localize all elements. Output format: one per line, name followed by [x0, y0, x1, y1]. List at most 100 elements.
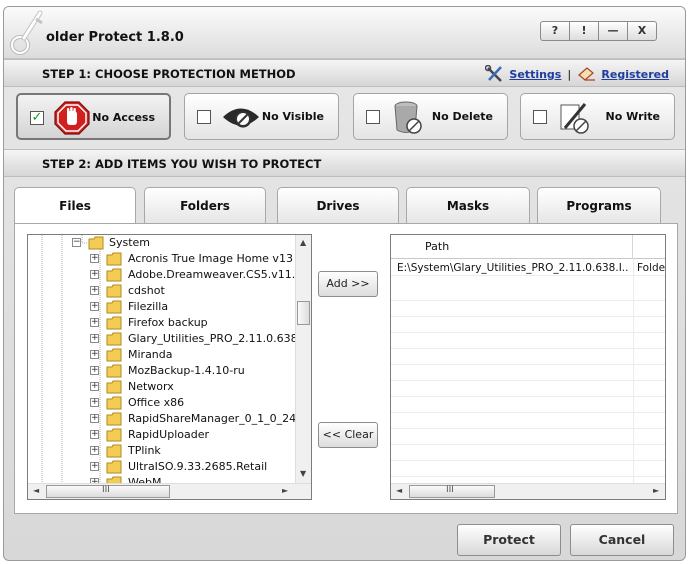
- registered-link[interactable]: Registered: [601, 68, 669, 81]
- column-path[interactable]: Path: [391, 235, 633, 259]
- expand-toggle[interactable]: +: [90, 398, 99, 407]
- expand-toggle[interactable]: +: [90, 286, 99, 295]
- expand-toggle[interactable]: +: [90, 254, 99, 263]
- tree-root-label: System: [109, 236, 151, 249]
- folder-icon: [106, 412, 122, 426]
- no-write-checkbox[interactable]: [533, 110, 547, 124]
- scroll-right-arrow[interactable]: ►: [282, 486, 288, 495]
- empty-row: [391, 429, 665, 445]
- tree-item-label: Office x86: [128, 396, 185, 409]
- expand-toggle[interactable]: +: [90, 382, 99, 391]
- empty-row: [391, 413, 665, 429]
- tree-horizontal-scrollbar[interactable]: ◄ III ►: [28, 483, 311, 499]
- method-no-visible[interactable]: No Visible: [184, 93, 339, 140]
- window-controls: ? ! — X: [540, 21, 657, 41]
- expand-toggle[interactable]: +: [90, 430, 99, 439]
- grid-hscroll-thumb[interactable]: III: [409, 485, 495, 498]
- close-button[interactable]: X: [627, 21, 657, 41]
- grid-grip-marks: III: [446, 485, 454, 495]
- expand-toggle[interactable]: +: [90, 334, 99, 343]
- tree-item-label: Miranda: [128, 348, 173, 361]
- step1-label: STEP 1: CHOOSE PROTECTION METHOD: [42, 67, 296, 81]
- item-tabs: Files Folders Drives Masks Programs: [14, 187, 674, 224]
- tree-item-label: Acronis True Image Home v13 Buil: [128, 252, 312, 265]
- scroll-up-arrow[interactable]: ▲: [300, 238, 306, 247]
- tab-programs[interactable]: Programs: [537, 187, 661, 223]
- empty-row: [391, 365, 665, 381]
- protect-button[interactable]: Protect: [457, 524, 561, 556]
- grid-scroll-right-arrow[interactable]: ►: [653, 486, 659, 495]
- method-no-access[interactable]: ✓ No Access: [16, 93, 171, 140]
- tab-masks[interactable]: Masks: [406, 187, 530, 223]
- scroll-left-arrow[interactable]: ◄: [33, 486, 39, 495]
- no-delete-checkbox[interactable]: [366, 110, 380, 124]
- no-delete-label: No Delete: [431, 110, 493, 123]
- tree-vscroll-thumb[interactable]: [297, 301, 310, 325]
- folder-icon: [106, 268, 122, 282]
- step1-bar: STEP 1: CHOOSE PROTECTION METHOD Setting…: [4, 59, 685, 87]
- empty-row: [391, 381, 665, 397]
- row-path: E:\System\Glary_Utilities_PRO_2.11.0.638…: [397, 262, 629, 274]
- tree-item-label: Firefox backup: [128, 316, 208, 329]
- collapse-toggle[interactable]: −: [72, 238, 81, 247]
- tree-item-label: RapidShareManager_0_1_0_248: [128, 412, 304, 425]
- tab-drives[interactable]: Drives: [277, 187, 399, 223]
- grid-scroll-left-arrow[interactable]: ◄: [396, 486, 402, 495]
- step2-bar: STEP 2: ADD ITEMS YOU WISH TO PROTECT: [4, 149, 685, 177]
- folder-icon: [106, 252, 122, 266]
- tree-hscroll-thumb[interactable]: III: [46, 485, 170, 498]
- grid-horizontal-scrollbar[interactable]: ◄ III ►: [391, 483, 665, 499]
- expand-toggle[interactable]: +: [90, 270, 99, 279]
- step2-label: STEP 2: ADD ITEMS YOU WISH TO PROTECT: [42, 157, 322, 171]
- no-visible-label: No Visible: [261, 110, 324, 123]
- no-access-checkbox[interactable]: ✓: [30, 111, 44, 125]
- expand-toggle[interactable]: +: [90, 350, 99, 359]
- column-type[interactable]: [633, 235, 665, 259]
- expand-toggle[interactable]: +: [90, 302, 99, 311]
- folder-icon: [106, 444, 122, 458]
- folder-open-icon: [88, 236, 104, 250]
- folder-icon: [106, 332, 122, 346]
- clear-button[interactable]: << Clear: [318, 422, 378, 448]
- no-visible-checkbox[interactable]: [197, 110, 211, 124]
- expand-toggle[interactable]: +: [90, 318, 99, 327]
- empty-row: [391, 285, 665, 301]
- protection-methods: ✓ No Access No Visible No Delete No Writ…: [14, 93, 679, 143]
- folder-icon: [106, 300, 122, 314]
- hidden-eye-icon: [223, 108, 259, 128]
- key-logo-icon: [10, 10, 43, 55]
- registered-pen-icon: [578, 67, 596, 81]
- tree-vertical-scrollbar[interactable]: ▲ ▼: [295, 235, 311, 484]
- folder-tree[interactable]: − System + Acronis True Image Home v13 Bu…: [27, 234, 312, 500]
- expand-toggle[interactable]: +: [90, 446, 99, 455]
- settings-link[interactable]: Settings: [509, 68, 561, 81]
- folder-icon: [106, 348, 122, 362]
- cancel-button[interactable]: Cancel: [570, 524, 674, 556]
- row-type: Folde: [637, 262, 666, 274]
- method-no-delete[interactable]: No Delete: [353, 93, 508, 140]
- expand-toggle[interactable]: +: [90, 414, 99, 423]
- help-button[interactable]: ?: [540, 21, 570, 41]
- empty-row: [391, 301, 665, 317]
- window-title: older Protect 1.8.0: [46, 30, 184, 45]
- grid-header: Path: [391, 235, 665, 259]
- settings-tools-icon: [485, 65, 503, 82]
- no-write-label: No Write: [605, 110, 660, 123]
- table-row[interactable]: E:\System\Glary_Utilities_PRO_2.11.0.638…: [391, 260, 665, 276]
- about-button[interactable]: !: [569, 21, 599, 41]
- tab-files[interactable]: Files: [14, 187, 136, 224]
- empty-row: [391, 397, 665, 413]
- title-bar[interactable]: older Protect 1.8.0 ? ! — X: [4, 7, 685, 59]
- column-divider: [633, 259, 634, 484]
- protected-items-grid[interactable]: Path E:\System\Glary_Utilities_PRO_2.11.…: [390, 234, 666, 500]
- expand-toggle[interactable]: +: [90, 462, 99, 471]
- tree-item-label: cdshot: [128, 284, 165, 297]
- add-button[interactable]: Add >>: [318, 271, 378, 297]
- folder-icon: [106, 364, 122, 378]
- empty-row: [391, 333, 665, 349]
- method-no-write[interactable]: No Write: [520, 93, 675, 140]
- tab-folders[interactable]: Folders: [144, 187, 266, 223]
- scroll-down-arrow[interactable]: ▼: [300, 469, 306, 478]
- expand-toggle[interactable]: +: [90, 366, 99, 375]
- minimize-button[interactable]: —: [598, 21, 628, 41]
